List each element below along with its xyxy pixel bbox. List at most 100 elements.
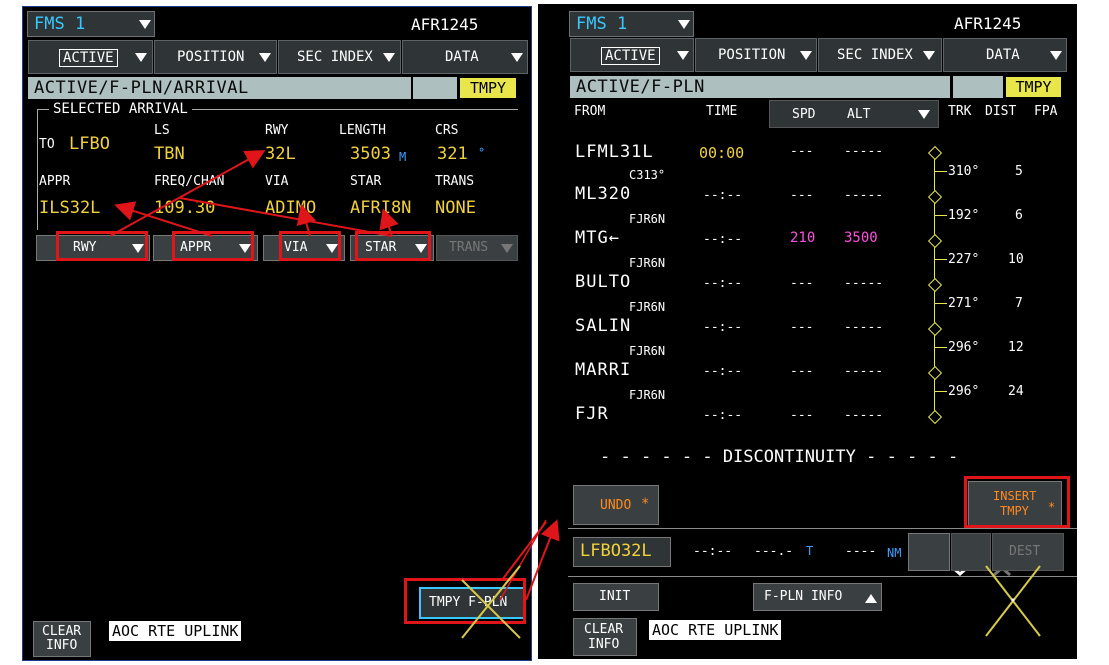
waypoint[interactable]: SALIN [575, 316, 631, 336]
info-label: INFO [46, 638, 78, 653]
tab-data[interactable]: DATA [943, 38, 1067, 72]
chevron-down-icon [677, 51, 689, 60]
waypoint[interactable]: BULTO [575, 272, 631, 292]
waypoint-spd: --- [790, 144, 814, 159]
init-button[interactable]: INIT [573, 583, 659, 611]
dest-airport[interactable]: LFBO [69, 134, 110, 154]
waypoint-time: --:-- [703, 276, 743, 291]
header-alt: ALT [847, 107, 871, 122]
right-fms-screen: FMS 1 AFR1245 ACTIVE POSITION SEC INDEX … [538, 4, 1077, 659]
header-time: TIME [706, 104, 738, 119]
waypoint-alt: ----- [844, 408, 884, 423]
chevron-down-icon [800, 51, 812, 60]
fms-selector[interactable]: FMS 1 [27, 11, 155, 37]
waypoint-diamond-icon [927, 409, 943, 425]
tab-sec-index-label: SEC INDEX [837, 47, 913, 63]
fpln-info-button[interactable]: F-PLN INFO [753, 583, 882, 611]
tab-sec-index[interactable]: SEC INDEX [818, 38, 942, 72]
tab-position-label: POSITION [718, 47, 786, 63]
dest-waypoint-field[interactable]: LFBO32L [573, 537, 671, 567]
tab-active-label: ACTIVE [59, 49, 118, 67]
init-label: INIT [599, 589, 631, 604]
tmpy-badge: TMPY [1006, 77, 1061, 97]
waypoint-diamond-icon [927, 233, 943, 249]
rwy-value: 32L [265, 144, 296, 164]
chevron-down-icon [135, 53, 147, 62]
header-from: FROM [574, 104, 606, 119]
fms-selector[interactable]: FMS 1 [569, 11, 694, 37]
divider [568, 528, 1077, 529]
crs-unit: ° [478, 146, 486, 160]
info-label: INFO [588, 637, 620, 652]
to-label: TO [39, 137, 55, 152]
header-trk: TRK [948, 104, 972, 119]
tab-active-label: ACTIVE [601, 47, 660, 65]
header-fpa: FPA [1034, 104, 1058, 119]
leg-trk: 296° [948, 340, 980, 355]
ls-label: LS [154, 123, 170, 138]
callsign: AFR1245 [411, 15, 479, 34]
airway-label: FJR6N [629, 256, 666, 270]
rwy-label: RWY [265, 123, 289, 138]
length-unit: M [399, 150, 407, 164]
callsign: AFR1245 [954, 14, 1022, 33]
waypoint-spd: --- [790, 408, 814, 423]
clear-info-button[interactable]: CLEAR INFO [573, 618, 637, 656]
tab-position[interactable]: POSITION [695, 38, 817, 72]
trans-button-label: TRANS [449, 240, 489, 255]
leg-trk: 310° [948, 164, 980, 179]
page-title: ACTIVE/F-PLN/ARRIVAL [34, 78, 249, 98]
chevron-down-icon [383, 53, 395, 62]
trans-dropdown-button[interactable]: TRANS [436, 235, 518, 261]
tab-active[interactable]: ACTIVE [28, 40, 153, 74]
chevron-down-icon [923, 51, 935, 60]
crs-label: CRS [435, 123, 459, 138]
leg-tick [935, 391, 947, 392]
waypoint-time: --:-- [703, 320, 743, 335]
scroll-down-button[interactable] [908, 533, 970, 576]
page-title-bar: ACTIVE/F-PLN [570, 76, 950, 98]
waypoint[interactable]: ML320 [575, 184, 631, 204]
tab-data-label: DATA [986, 47, 1020, 63]
tab-position-label: POSITION [177, 49, 245, 65]
dest-time: --:-- [693, 544, 733, 559]
tab-sec-index-label: SEC INDEX [297, 49, 373, 65]
annotation-box-star [355, 231, 431, 261]
tab-sec-index[interactable]: SEC INDEX [278, 40, 401, 74]
chevron-down-icon [139, 20, 151, 29]
waypoint[interactable]: FJR [575, 404, 609, 424]
fms-label: FMS 1 [34, 14, 86, 34]
spd-alt-selector[interactable]: SPD ALT [769, 100, 939, 128]
clear-info-button[interactable]: CLEAR INFO [33, 621, 91, 657]
airway-label: C313° [629, 168, 666, 182]
fms-label: FMS 1 [576, 14, 628, 34]
asterisk-icon: * [641, 496, 650, 512]
fpln-info-label: F-PLN INFO [764, 589, 843, 604]
tab-active[interactable]: ACTIVE [570, 38, 694, 72]
freq-label: FREQ/CHAN [154, 174, 225, 189]
tab-position[interactable]: POSITION [154, 40, 277, 74]
waypoint-alt: ----- [844, 320, 884, 335]
leg-dist: 24 [1008, 384, 1024, 399]
page-title-bar: ACTIVE/F-PLN/ARRIVAL [28, 77, 411, 99]
leg-tick [935, 215, 947, 216]
airway-label: FJR6N [629, 300, 666, 314]
tab-data[interactable]: DATA [402, 40, 528, 74]
scroll-up-button[interactable] [951, 533, 1012, 577]
waypoint[interactable]: LFML31L [575, 142, 654, 162]
waypoint-alt: ----- [844, 188, 884, 203]
dest-button-label: DEST [1009, 544, 1041, 559]
dest-button[interactable]: DEST [992, 533, 1064, 571]
aoc-message: AOC RTE UPLINK [649, 620, 782, 640]
leg-dist: 6 [1015, 208, 1023, 223]
via-value: ADIMO [265, 198, 317, 218]
leg-tick [935, 303, 947, 304]
waypoint[interactable]: MTG← [575, 228, 620, 248]
length-value: 3503 [350, 144, 391, 164]
undo-button[interactable]: UNDO * [573, 485, 659, 525]
divider [568, 576, 1077, 577]
chevron-up-icon [865, 594, 877, 603]
waypoint-spd: --- [790, 320, 814, 335]
freq-value: 109.30 [154, 198, 216, 218]
waypoint[interactable]: MARRI [575, 360, 631, 380]
